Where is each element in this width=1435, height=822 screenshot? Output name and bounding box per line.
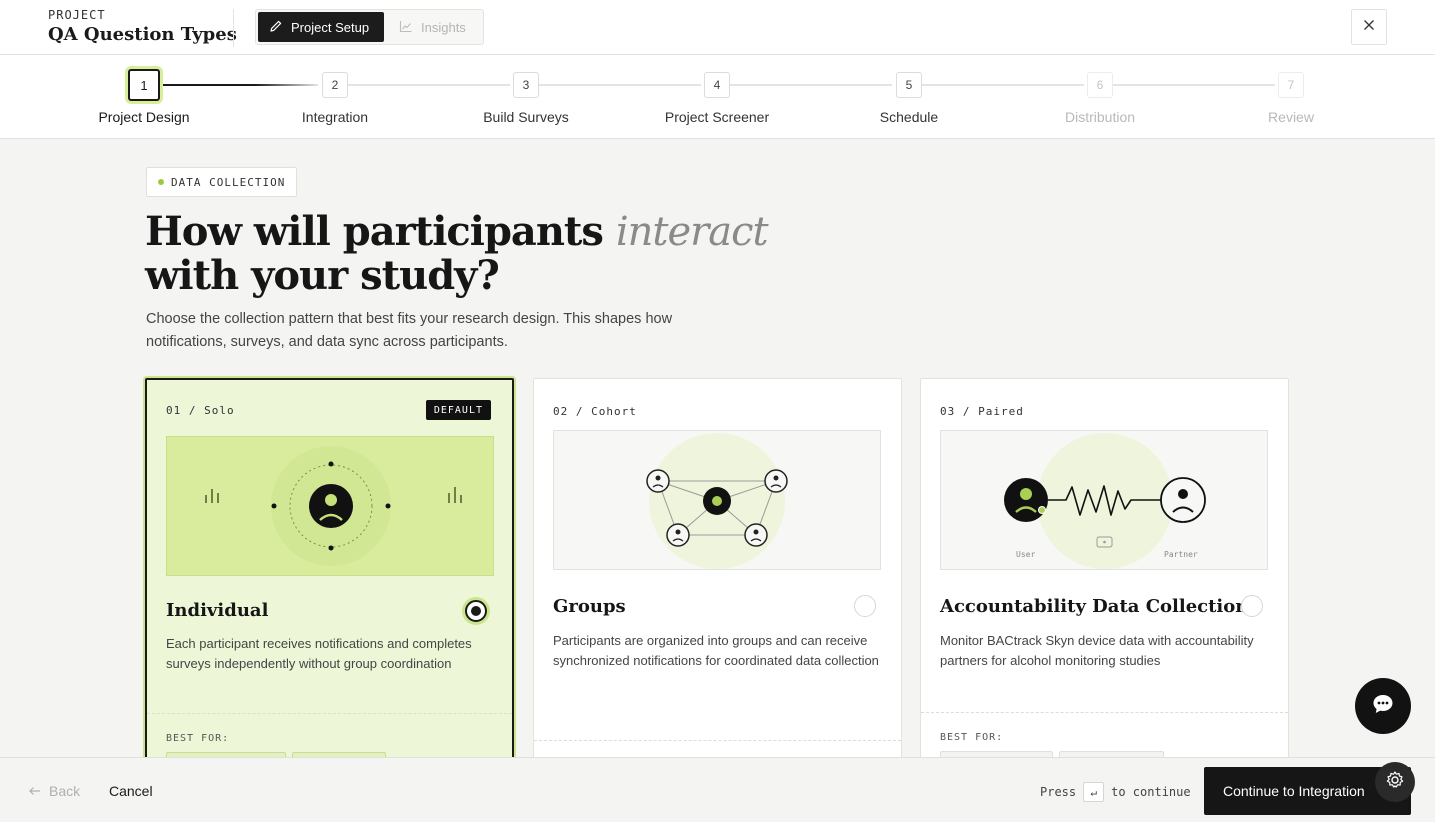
title-part: with your study? — [145, 252, 500, 299]
title-emphasis: interact — [615, 209, 769, 255]
card-divider — [921, 712, 1288, 713]
gear-icon — [1385, 770, 1405, 795]
keyboard-hint: Press ↵ to continue — [1040, 782, 1191, 802]
card-code: 02 / Cohort — [553, 405, 637, 418]
chat-button[interactable] — [1355, 678, 1411, 734]
step-number: 6 — [1087, 72, 1113, 98]
option-card-accountability[interactable]: 03 / Paired User Partner Accountability … — [920, 378, 1289, 778]
radio-unselected[interactable] — [854, 595, 876, 617]
card-code: 03 / Paired — [940, 405, 1024, 418]
step-number: 2 — [322, 72, 348, 98]
card-title: Groups — [553, 596, 626, 617]
option-card-groups[interactable]: 02 / Cohort Groups Participants are orga… — [533, 378, 902, 778]
divider — [233, 9, 234, 47]
step-number: 4 — [704, 72, 730, 98]
press-label: Press — [1040, 785, 1077, 799]
arrow-left-icon — [28, 783, 41, 799]
step-label: Project Design — [98, 109, 190, 125]
back-label: Back — [49, 783, 81, 799]
tab-label: Project Setup — [291, 19, 370, 35]
best-for-label: BEST FOR: — [940, 732, 1004, 743]
progress-stepper: 1 Project Design 2 Integration 3 Build S… — [0, 55, 1435, 139]
close-icon — [1363, 18, 1375, 36]
view-switcher: Project Setup Insights — [255, 9, 484, 45]
settings-button[interactable] — [1375, 762, 1415, 802]
card-title: Individual — [166, 600, 269, 621]
paired-illustration: User Partner — [940, 430, 1268, 570]
page-title: How will participants interact with your… — [145, 210, 865, 297]
step-connector — [922, 84, 1084, 86]
step-number: 1 — [128, 69, 160, 101]
step-connector — [1113, 84, 1275, 86]
card-divider — [534, 740, 901, 741]
footer-bar: Back Cancel Press ↵ to continue Continue… — [0, 757, 1435, 822]
card-description: Participants are organized into groups a… — [553, 633, 879, 668]
step-label: Project Screener — [664, 109, 770, 125]
card-divider — [147, 713, 512, 714]
enter-key-icon: ↵ — [1083, 782, 1105, 802]
best-for-label: BEST FOR: — [166, 733, 230, 744]
status-dot-icon — [158, 179, 164, 185]
step-number: 7 — [1278, 72, 1304, 98]
step-connector — [730, 84, 892, 86]
section-tag: DATA COLLECTION — [146, 167, 298, 197]
radio-unselected[interactable] — [1241, 595, 1263, 617]
step-label: Schedule — [879, 109, 939, 125]
step-label: Distribution — [1064, 109, 1136, 125]
pencil-icon — [269, 19, 283, 36]
partner-label: Partner — [1164, 550, 1198, 559]
tab-label: Insights — [421, 19, 466, 35]
groups-illustration — [553, 430, 881, 570]
step-label: Review — [1268, 109, 1314, 125]
card-description: Monitor BACtrack Skyn device data with a… — [940, 633, 1254, 668]
close-button[interactable] — [1351, 9, 1387, 45]
tab-insights[interactable]: Insights — [388, 12, 483, 42]
card-description: Each participant receives notifications … — [166, 636, 472, 671]
option-card-individual[interactable]: 01 / Solo DEFAULT Individual Each partic… — [145, 378, 514, 778]
user-label: User — [1016, 550, 1035, 559]
step-label: Integration — [301, 109, 369, 125]
project-name: QA Question Types — [48, 24, 237, 45]
cancel-button[interactable]: Cancel — [109, 783, 153, 799]
section-tag-label: DATA COLLECTION — [171, 175, 286, 189]
chat-bubble-icon — [1371, 693, 1395, 720]
step-number: 3 — [513, 72, 539, 98]
chart-icon — [399, 19, 413, 36]
top-bar: PROJECT QA Question Types Project Setup … — [0, 0, 1435, 55]
continue-hint: to continue — [1111, 785, 1191, 799]
step-connector — [539, 84, 701, 86]
step-connector — [348, 84, 510, 86]
step-label: Build Surveys — [483, 109, 569, 125]
page-subtitle: Choose the collection pattern that best … — [146, 311, 673, 350]
title-part: How will participants — [145, 208, 616, 255]
step-connector — [160, 84, 318, 86]
individual-illustration — [166, 436, 494, 576]
default-badge: DEFAULT — [425, 400, 491, 420]
tab-project-setup[interactable]: Project Setup — [258, 12, 384, 42]
step-number: 5 — [896, 72, 922, 98]
radio-selected[interactable] — [465, 600, 487, 622]
card-code: 01 / Solo — [166, 404, 235, 417]
project-label: PROJECT — [48, 8, 106, 22]
card-title: Accountability Data Collection — [940, 596, 1249, 617]
back-button[interactable]: Back — [28, 783, 80, 799]
